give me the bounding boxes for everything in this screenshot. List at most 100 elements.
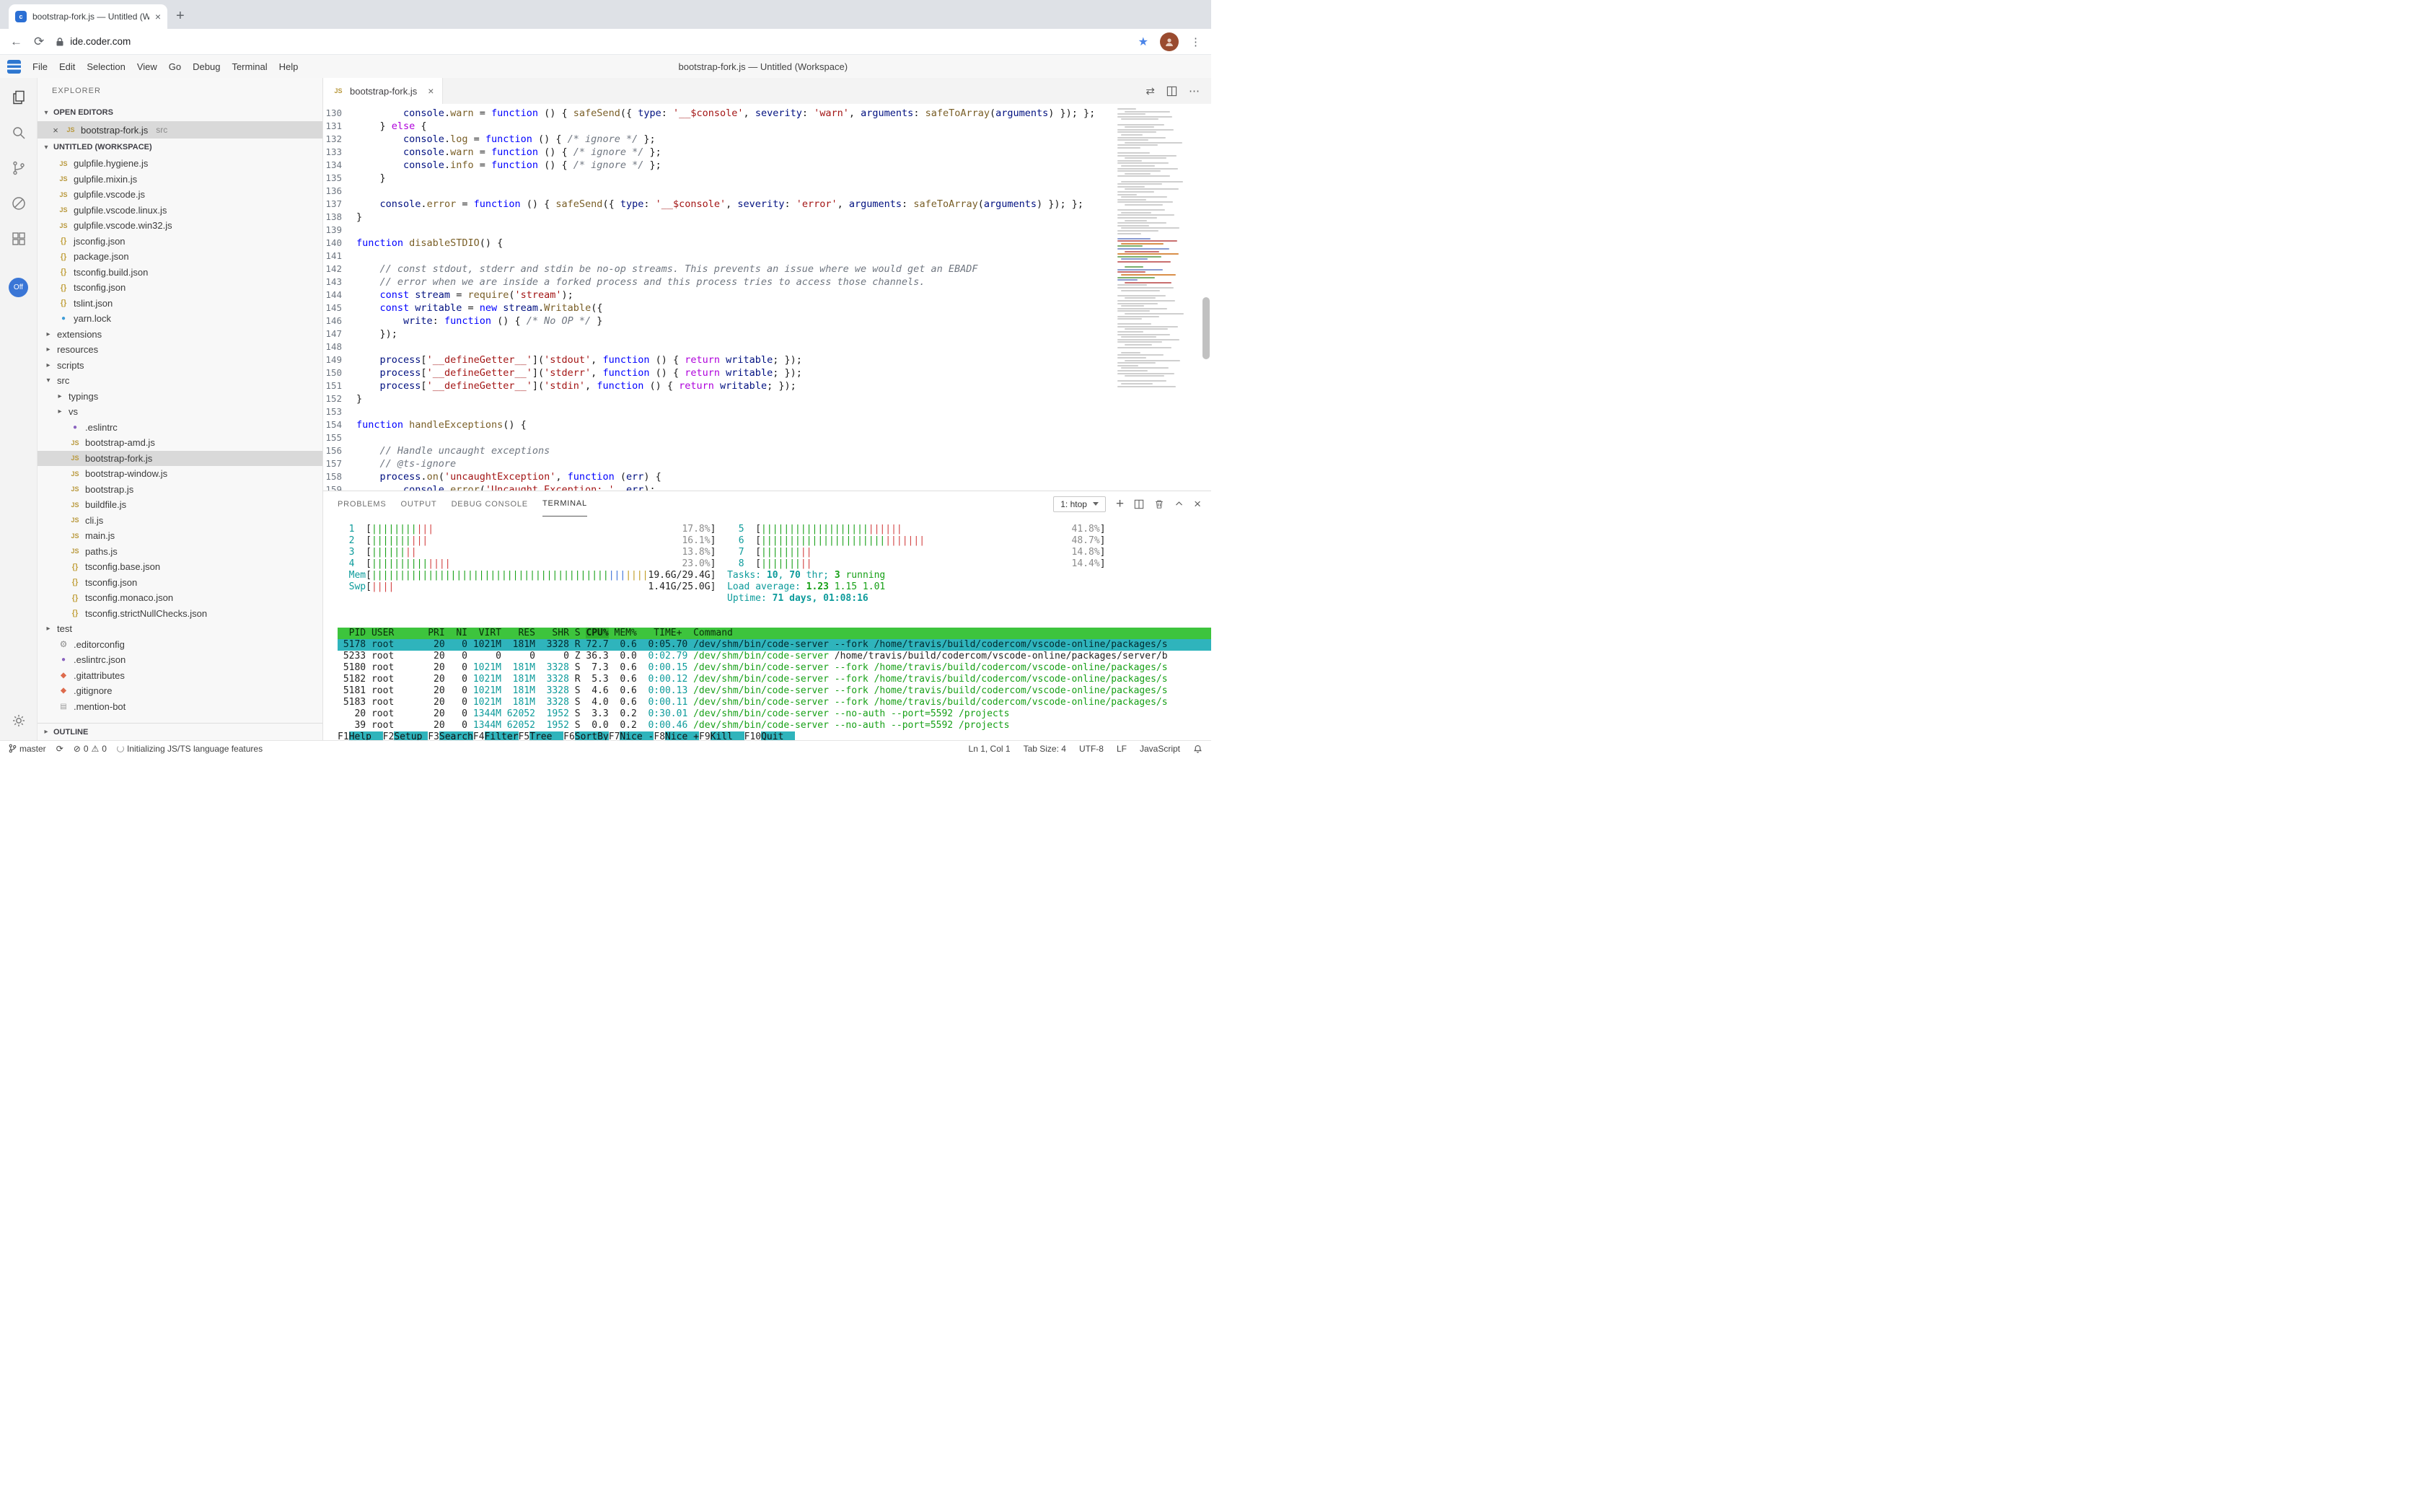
- status-lf[interactable]: LF: [1117, 744, 1127, 754]
- status-utf-8[interactable]: UTF-8: [1079, 744, 1104, 754]
- profile-avatar[interactable]: [1160, 32, 1179, 51]
- tree-item-paths.js[interactable]: JSpaths.js: [38, 544, 322, 560]
- new-terminal-icon[interactable]: +: [1116, 497, 1124, 511]
- open-editor-item[interactable]: ×JSbootstrap-fork.jssrc: [38, 121, 322, 139]
- outline-label: OUTLINE: [53, 728, 88, 737]
- status-tab-size-4[interactable]: Tab Size: 4: [1024, 744, 1066, 754]
- notifications-bell-icon[interactable]: [1193, 744, 1202, 754]
- tree-item-gulpfile.hygiene.js[interactable]: JSgulpfile.hygiene.js: [38, 156, 322, 172]
- tree-item-vs[interactable]: ▸vs: [38, 404, 322, 420]
- terminal-selector[interactable]: 1: htop: [1053, 496, 1106, 512]
- status-javascript[interactable]: JavaScript: [1140, 744, 1180, 754]
- tree-item-resources[interactable]: ▸resources: [38, 342, 322, 358]
- tree-item-bootstrap-window.js[interactable]: JSbootstrap-window.js: [38, 466, 322, 482]
- tree-item-gulpfile.vscode.linux.js[interactable]: JSgulpfile.vscode.linux.js: [38, 203, 322, 219]
- tree-item-tsconfig.monaco.json[interactable]: {}tsconfig.monaco.json: [38, 590, 322, 606]
- kill-terminal-trash-icon[interactable]: [1154, 498, 1164, 509]
- tree-item-tsconfig.json[interactable]: {}tsconfig.json: [38, 280, 322, 296]
- tree-item-.eslintrc[interactable]: ●.eslintrc: [38, 420, 322, 436]
- tree-item-extensions[interactable]: ▸extensions: [38, 327, 322, 343]
- branch-indicator[interactable]: master: [9, 744, 46, 754]
- menu-terminal[interactable]: Terminal: [226, 58, 273, 75]
- tree-item-.mention-bot[interactable]: ▤.mention-bot: [38, 699, 322, 715]
- open-changes-icon[interactable]: ⇄: [1145, 84, 1155, 97]
- panel-tab-output[interactable]: OUTPUT: [401, 491, 437, 517]
- git-file-icon: ◆: [57, 687, 70, 695]
- status-ln-1-col-1[interactable]: Ln 1, Col 1: [969, 744, 1011, 754]
- back-icon[interactable]: ←: [10, 35, 22, 48]
- close-tab-icon[interactable]: ×: [428, 85, 434, 97]
- open-editors-header[interactable]: ▾ OPEN EDITORS: [38, 104, 322, 121]
- terminal-line: Swp[|||| 1.41G/25.0G] Load average: 1.23…: [338, 581, 1211, 593]
- close-editor-icon[interactable]: ×: [50, 125, 61, 136]
- tree-item-tsconfig.base.json[interactable]: {}tsconfig.base.json: [38, 559, 322, 575]
- tree-item-yarn.lock[interactable]: ●yarn.lock: [38, 311, 322, 327]
- tree-item-bootstrap-fork.js[interactable]: JSbootstrap-fork.js: [38, 451, 322, 467]
- tree-item-.gitignore[interactable]: ◆.gitignore: [38, 683, 322, 699]
- explorer-icon[interactable]: [9, 88, 28, 107]
- tree-item-main.js[interactable]: JSmain.js: [38, 528, 322, 544]
- settings-gear-icon[interactable]: [9, 711, 28, 730]
- tree-item-.gitattributes[interactable]: ◆.gitattributes: [38, 668, 322, 684]
- terminal-line: 2 [|||||||||| 16.1%] 6 [||||||||||||||||…: [338, 535, 1211, 547]
- more-actions-icon[interactable]: ⋯: [1189, 84, 1200, 97]
- tree-item-test[interactable]: ▸test: [38, 621, 322, 637]
- menu-help[interactable]: Help: [273, 58, 304, 75]
- tab-close-icon[interactable]: ×: [155, 11, 161, 22]
- code-editor[interactable]: 130 console.warn = function () { safeSen…: [323, 104, 1211, 491]
- panel-tab-debug-console[interactable]: DEBUG CONSOLE: [452, 491, 528, 517]
- tree-item-buildfile.js[interactable]: JSbuildfile.js: [38, 497, 322, 513]
- tree-item-package.json[interactable]: {}package.json: [38, 249, 322, 265]
- browser-menu-icon[interactable]: ⋮: [1190, 35, 1201, 48]
- scrollbar-thumb[interactable]: [1202, 297, 1210, 359]
- menu-selection[interactable]: Selection: [81, 58, 131, 75]
- tree-item-tsconfig.json[interactable]: {}tsconfig.json: [38, 575, 322, 591]
- tree-item-bootstrap-amd.js[interactable]: JSbootstrap-amd.js: [38, 435, 322, 451]
- tree-item-jsconfig.json[interactable]: {}jsconfig.json: [38, 234, 322, 250]
- menu-edit[interactable]: Edit: [53, 58, 81, 75]
- debug-icon[interactable]: [9, 194, 28, 213]
- menu-go[interactable]: Go: [163, 58, 187, 75]
- tree-item-typings[interactable]: ▸typings: [38, 389, 322, 405]
- split-editor-icon[interactable]: [1166, 86, 1177, 97]
- open-editor-detail: src: [156, 125, 167, 135]
- omnibox[interactable]: ide.coder.com: [56, 36, 1126, 47]
- new-tab-button[interactable]: +: [176, 9, 185, 23]
- sync-button[interactable]: ⟳: [56, 744, 63, 754]
- tree-item-.eslintrc.json[interactable]: ●.eslintrc.json: [38, 652, 322, 668]
- bookmark-star-icon[interactable]: ★: [1138, 35, 1148, 49]
- outline-header[interactable]: ▸ OUTLINE: [38, 723, 322, 740]
- tree-item-.editorconfig[interactable]: ⚙.editorconfig: [38, 637, 322, 653]
- menu-debug[interactable]: Debug: [187, 58, 226, 75]
- tree-item-tslint.json[interactable]: {}tslint.json: [38, 296, 322, 312]
- tree-item-cli.js[interactable]: JScli.js: [38, 513, 322, 529]
- tree-item-tsconfig.strictNullChecks.json[interactable]: {}tsconfig.strictNullChecks.json: [38, 606, 322, 622]
- terminal-output[interactable]: 1 [||||||||||| 17.8%] 5 [|||||||||||||||…: [323, 517, 1211, 740]
- menu-file[interactable]: File: [27, 58, 53, 75]
- browser-tab[interactable]: c bootstrap-fork.js — Untitled (W ×: [9, 4, 167, 29]
- editor-scrollbar[interactable]: [1201, 104, 1211, 491]
- tree-item-gulpfile.vscode.js[interactable]: JSgulpfile.vscode.js: [38, 187, 322, 203]
- panel-tab-terminal[interactable]: TERMINAL: [542, 491, 587, 517]
- problems-indicator[interactable]: ⊘ 0 ⚠ 0: [74, 744, 107, 754]
- extensions-icon[interactable]: [9, 229, 28, 248]
- reload-icon[interactable]: ⟳: [34, 35, 44, 48]
- tree-item-scripts[interactable]: ▸scripts: [38, 358, 322, 374]
- tree-item-gulpfile.mixin.js[interactable]: JSgulpfile.mixin.js: [38, 172, 322, 188]
- maximize-panel-icon[interactable]: [1174, 499, 1184, 509]
- tree-item-src[interactable]: ▾src: [38, 373, 322, 389]
- tree-item-bootstrap.js[interactable]: JSbootstrap.js: [38, 482, 322, 498]
- off-toggle-badge[interactable]: Off: [9, 278, 28, 297]
- editor-tab-bootstrap-fork[interactable]: JS bootstrap-fork.js ×: [323, 78, 443, 104]
- source-control-icon[interactable]: [9, 159, 28, 177]
- tree-item-gulpfile.vscode.win32.js[interactable]: JSgulpfile.vscode.win32.js: [38, 218, 322, 234]
- terminal-line: 5178 root 20 0 1021M 181M 3328 R 72.7 0.…: [338, 639, 1211, 651]
- split-terminal-icon[interactable]: [1134, 499, 1144, 509]
- workspace-header[interactable]: ▾ UNTITLED (WORKSPACE): [38, 139, 322, 156]
- minimap[interactable]: [1117, 108, 1198, 388]
- tree-item-tsconfig.build.json[interactable]: {}tsconfig.build.json: [38, 265, 322, 281]
- panel-tab-problems[interactable]: PROBLEMS: [338, 491, 387, 517]
- search-icon[interactable]: [9, 123, 28, 142]
- menu-view[interactable]: View: [131, 58, 163, 75]
- close-panel-icon[interactable]: ×: [1194, 498, 1201, 510]
